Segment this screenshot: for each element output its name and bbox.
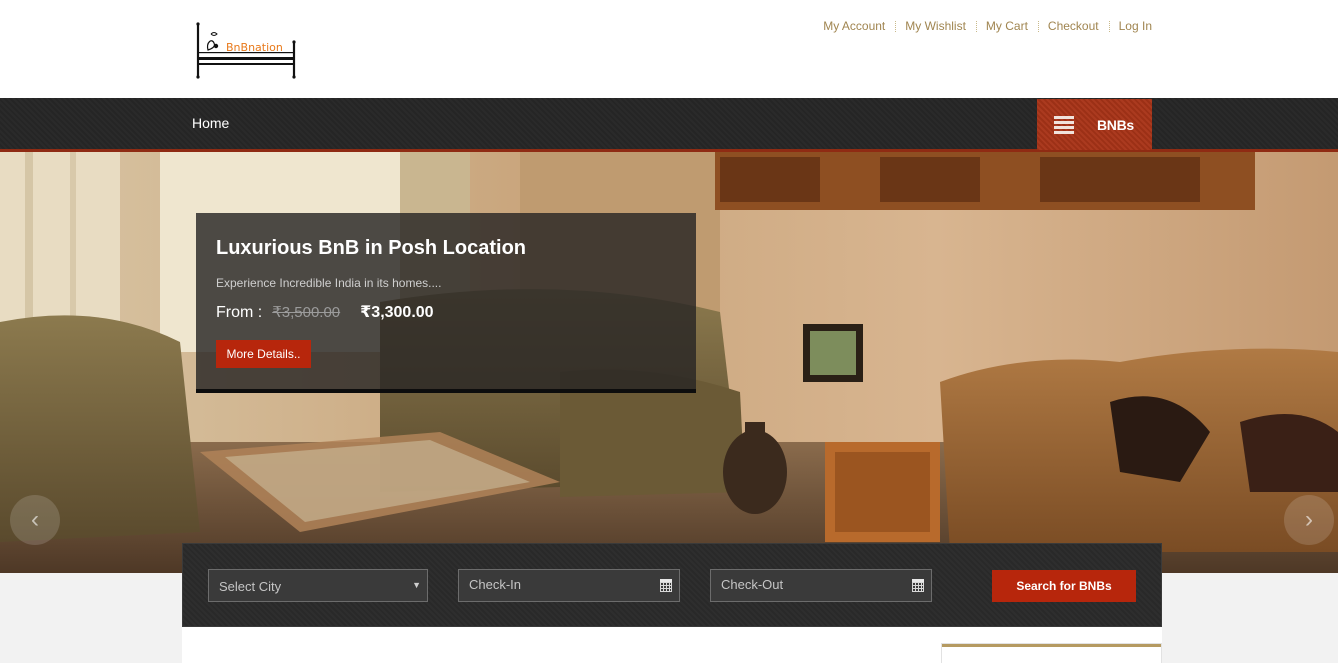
- chevron-right-icon: ›: [1305, 506, 1313, 533]
- svg-text:BnBnation: BnBnation: [226, 41, 283, 54]
- my-cart-link[interactable]: My Cart: [986, 19, 1028, 33]
- my-wishlist-link[interactable]: My Wishlist: [905, 19, 966, 33]
- check-out-field[interactable]: Check-Out: [710, 569, 932, 602]
- check-in-placeholder: Check-In: [469, 577, 522, 592]
- new-price: ₹3,300.00: [360, 304, 434, 321]
- page: BnBnation My Account My Wishlist My Cart…: [0, 0, 1338, 663]
- bnbs-menu-label: BNBs: [1097, 116, 1134, 133]
- link-divider: [1108, 20, 1110, 32]
- slide-caption: Luxurious BnB in Posh Location Experienc…: [196, 213, 696, 393]
- link-divider: [1037, 20, 1039, 32]
- city-select-value: Select City: [219, 579, 282, 594]
- sidebar-panel: [942, 644, 1161, 663]
- slide-price: From : ₹3,500.00 ₹3,300.00: [216, 302, 434, 322]
- link-divider: [975, 20, 977, 32]
- slide-subtitle: Experience Incredible India in its homes…: [216, 276, 442, 290]
- caret-down-icon: ▼: [412, 580, 421, 590]
- hamburger-icon: [1054, 115, 1074, 134]
- chevron-left-icon: ‹: [31, 506, 39, 533]
- search-bnbs-button[interactable]: Search for BNBs: [992, 570, 1136, 602]
- main-nav: Home BNBs: [0, 98, 1338, 152]
- checkout-link[interactable]: Checkout: [1048, 19, 1099, 33]
- price-prefix: From :: [216, 304, 263, 321]
- log-in-link[interactable]: Log In: [1119, 19, 1152, 33]
- nav-home-link[interactable]: Home: [192, 115, 229, 131]
- check-in-field[interactable]: Check-In: [458, 569, 680, 602]
- slide-title: Luxurious BnB in Posh Location: [216, 237, 526, 259]
- slider-prev-button[interactable]: ‹: [10, 495, 60, 545]
- city-select[interactable]: Select City ▼: [208, 569, 428, 602]
- more-details-button[interactable]: More Details..: [216, 340, 311, 368]
- calendar-icon[interactable]: [660, 579, 672, 592]
- slider-next-button[interactable]: ›: [1284, 495, 1334, 545]
- bnbnation-logo[interactable]: BnBnation: [196, 22, 298, 80]
- search-bar: Select City ▼ Check-In Check-Out Search …: [182, 543, 1162, 627]
- account-links: My Account My Wishlist My Cart Checkout …: [823, 19, 1152, 33]
- site-header: BnBnation My Account My Wishlist My Cart…: [0, 0, 1338, 98]
- link-divider: [895, 20, 897, 32]
- bnbs-menu-button[interactable]: BNBs: [1037, 99, 1152, 150]
- old-price: ₹3,500.00: [272, 304, 341, 321]
- calendar-icon[interactable]: [912, 579, 924, 592]
- check-out-placeholder: Check-Out: [721, 577, 784, 592]
- my-account-link[interactable]: My Account: [823, 19, 885, 33]
